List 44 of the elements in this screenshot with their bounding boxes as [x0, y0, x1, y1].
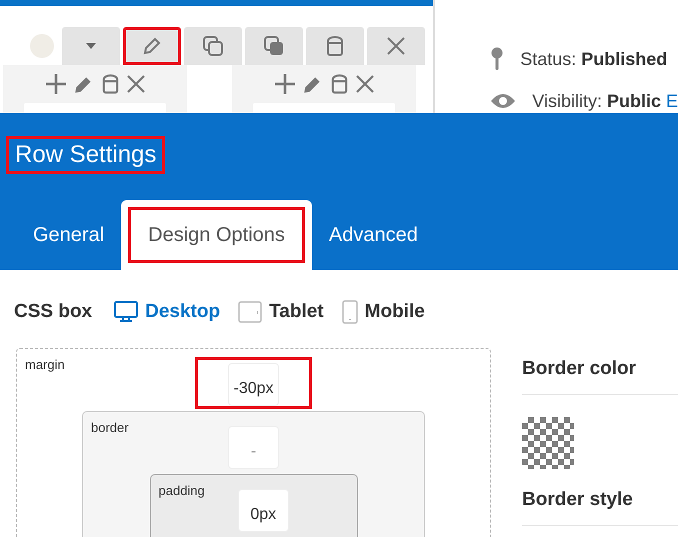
- margin-top-field[interactable]: -30px: [228, 363, 279, 406]
- add-icon[interactable]: [274, 73, 296, 95]
- box-label: margin: [25, 357, 65, 372]
- add-icon[interactable]: [44, 73, 66, 95]
- box-label: border: [91, 420, 129, 435]
- copy-icon: [263, 35, 285, 57]
- border-color-label: Border color: [522, 358, 678, 395]
- tablet-icon: [238, 301, 262, 323]
- paste-button[interactable]: [306, 27, 364, 65]
- border-style-label: Border style: [522, 489, 678, 526]
- modal-title: Row Settings: [6, 136, 166, 174]
- border-top-field[interactable]: -: [228, 426, 279, 469]
- close-icon[interactable]: [126, 74, 146, 94]
- device-option[interactable]: Desktop: [110, 301, 224, 323]
- css-box-label: CSS box: [14, 301, 92, 323]
- pin-icon: [490, 47, 504, 71]
- clipboard-icon: [325, 35, 345, 57]
- close-icon[interactable]: [354, 74, 374, 94]
- edit-button[interactable]: [123, 27, 181, 65]
- close-icon: [386, 36, 406, 56]
- device-option[interactable]: Tablet: [234, 301, 328, 323]
- tab[interactable]: General: [16, 200, 122, 270]
- padding-top-field[interactable]: 0px: [238, 489, 289, 532]
- device-option[interactable]: Mobile: [338, 300, 429, 324]
- edit-link[interactable]: E: [666, 91, 678, 112]
- eye-icon: [490, 91, 516, 111]
- close-button[interactable]: [367, 27, 425, 65]
- drag-handle-icon[interactable]: [30, 34, 54, 58]
- paste-icon[interactable]: [100, 73, 120, 95]
- copy-button[interactable]: [184, 27, 242, 65]
- pencil-icon: [142, 36, 162, 56]
- phone-icon: [342, 300, 358, 324]
- status-label: Status:: [520, 48, 576, 70]
- paste-icon[interactable]: [330, 73, 348, 95]
- copy-button[interactable]: [245, 27, 303, 65]
- copy-icon: [202, 35, 224, 57]
- tab[interactable]: Design Options: [121, 200, 312, 270]
- monitor-icon: [114, 301, 138, 323]
- tab[interactable]: Advanced: [312, 200, 435, 270]
- status-value: Published: [581, 48, 668, 70]
- caret-icon: [85, 42, 97, 50]
- visibility-label: Visibility:: [532, 91, 602, 112]
- box-label: padding: [158, 483, 205, 498]
- visibility-value: Public: [606, 91, 661, 112]
